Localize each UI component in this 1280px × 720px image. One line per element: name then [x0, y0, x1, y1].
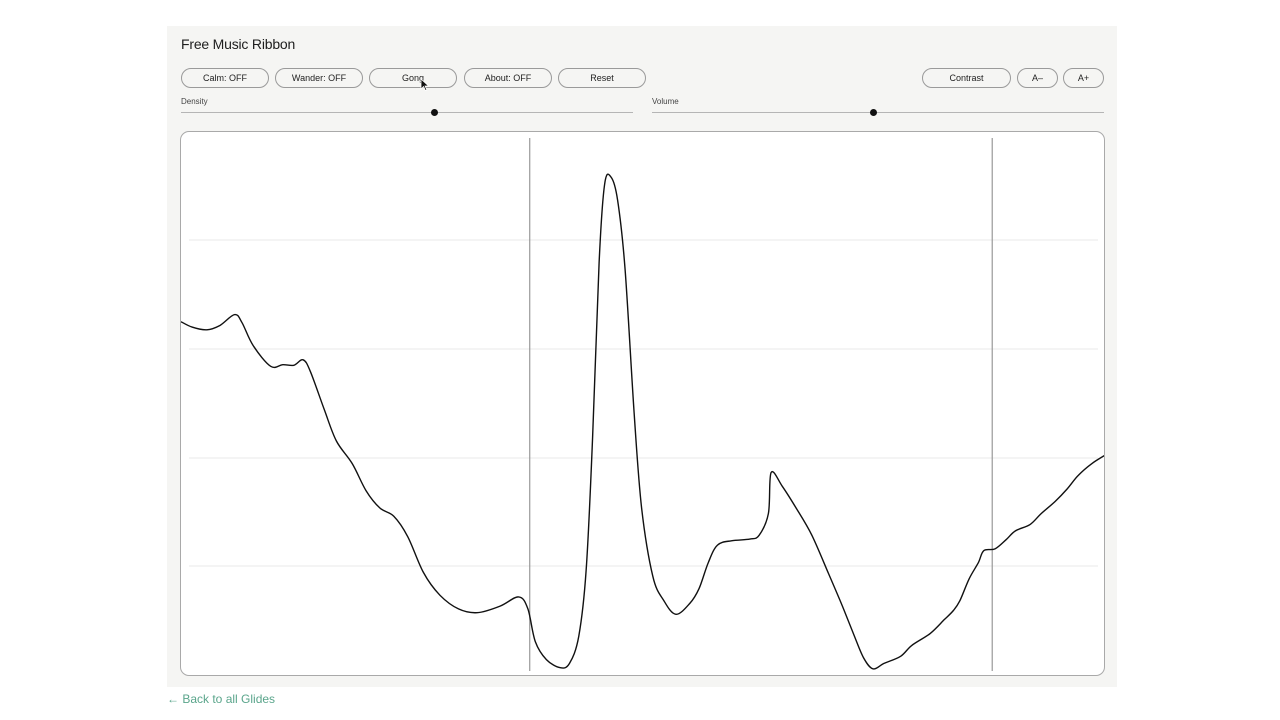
reset-button[interactable]: Reset [558, 68, 646, 88]
ribbon-curve [181, 173, 1104, 670]
ribbon-canvas[interactable] [180, 131, 1105, 676]
font-smaller-button[interactable]: A– [1017, 68, 1058, 88]
volume-slider-thumb[interactable] [869, 109, 877, 116]
volume-label: Volume [652, 97, 679, 106]
ribbon-visualization [181, 138, 1104, 671]
density-slider[interactable] [181, 109, 633, 116]
contrast-button[interactable]: Contrast [922, 68, 1011, 88]
density-label: Density [181, 97, 208, 106]
density-slider-thumb[interactable] [430, 109, 438, 116]
font-larger-button[interactable]: A+ [1063, 68, 1104, 88]
about-toggle-button[interactable]: About: OFF [464, 68, 552, 88]
calm-toggle-button[interactable]: Calm: OFF [181, 68, 269, 88]
gong-button[interactable]: Gong [369, 68, 457, 88]
app-title: Free Music Ribbon [181, 36, 296, 52]
back-to-glides-link[interactable]: ← Back to all Glides [167, 692, 275, 706]
pointer-cursor-icon [420, 78, 430, 92]
wander-toggle-button[interactable]: Wander: OFF [275, 68, 363, 88]
volume-slider[interactable] [652, 109, 1104, 116]
ribbon-app-panel: Free Music Ribbon Calm: OFF Wander: OFF … [167, 26, 1117, 687]
